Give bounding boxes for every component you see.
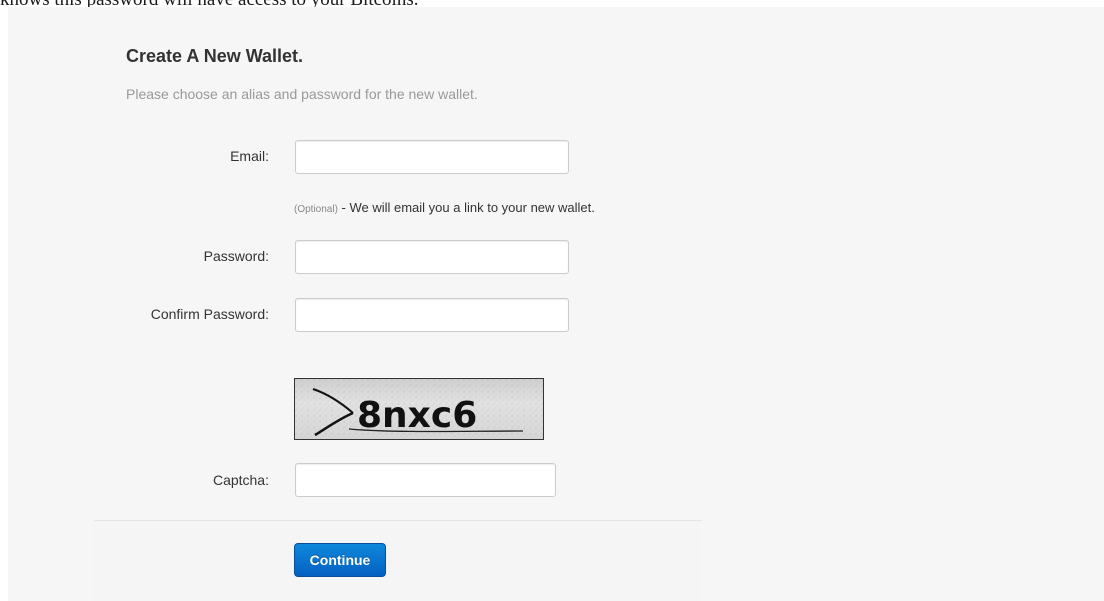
confirm-password-field[interactable] — [295, 298, 569, 332]
password-field[interactable] — [295, 240, 569, 274]
optional-note: (Optional) — [294, 204, 338, 215]
continue-button[interactable]: Continue — [294, 543, 386, 577]
page-subtitle: Please choose an alias and password for … — [126, 86, 478, 102]
email-field[interactable] — [295, 140, 569, 174]
email-help-text: (Optional) - We will email you a link to… — [294, 200, 595, 215]
captcha-image: 8nxc6 — [294, 378, 544, 440]
page-title: Create A New Wallet. — [126, 46, 304, 66]
form-actions — [94, 521, 702, 601]
captcha-label: Captcha: — [212, 472, 269, 488]
captcha-text: 8nxc6 — [357, 395, 477, 436]
email-help-message: - We will email you a link to your new w… — [337, 200, 595, 215]
confirm-password-label: Confirm Password: — [150, 306, 269, 322]
captcha-field[interactable] — [295, 463, 556, 497]
password-label: Password: — [203, 248, 269, 264]
email-label: Email: — [230, 148, 269, 164]
